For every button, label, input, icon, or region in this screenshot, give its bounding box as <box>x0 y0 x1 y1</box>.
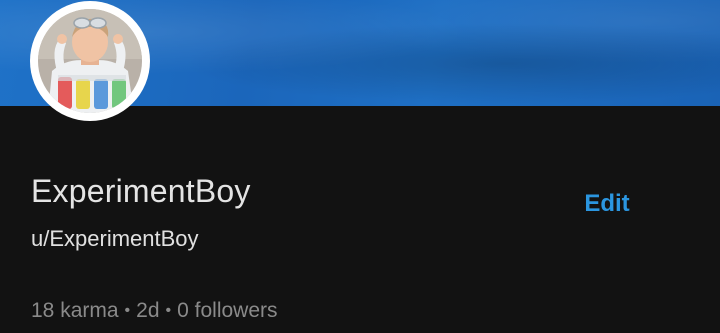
account-age: 2d <box>136 299 160 322</box>
edit-profile-button[interactable]: Edit <box>574 183 640 225</box>
karma-count: 18 karma <box>31 299 119 322</box>
username: u/ExperimentBoy <box>31 226 199 251</box>
profile-stats: 18 karma • 2d • 0 followers <box>31 299 278 323</box>
stats-separator: • <box>165 302 172 319</box>
avatar-image <box>38 9 142 113</box>
avatar[interactable] <box>30 1 150 121</box>
display-name: ExperimentBoy <box>31 173 251 209</box>
stats-separator: • <box>124 302 131 319</box>
followers-count[interactable]: 0 followers <box>177 299 277 323</box>
